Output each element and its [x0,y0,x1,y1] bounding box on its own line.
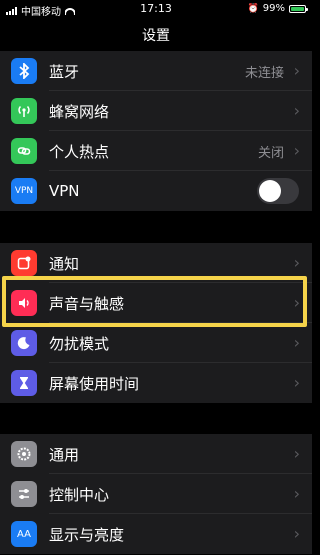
settings-row-label: 蜂窝网络 [49,102,110,121]
settings-row-label: VPN [49,182,80,200]
settings-row-value: 未连接 [244,65,284,81]
chevron-right-icon: › [293,101,300,120]
settings-row-label: 控制中心 [49,485,110,504]
settings-row-screen-time[interactable]: 屏幕使用时间 › [0,363,312,403]
general-group: 通用 › 控制中心 › AA 显示与亮度 › [0,434,312,554]
page-title: 设置 [142,28,170,44]
chevron-right-icon: › [293,61,300,80]
settings-row-label: 蓝牙 [49,62,80,81]
general-icon [11,441,37,467]
settings-row-label: 勿扰模式 [49,334,110,353]
settings-row-hotspot[interactable]: 个人热点 关闭 › [0,131,312,171]
vpn-toggle[interactable] [257,178,299,204]
hotspot-icon [11,138,37,164]
settings-row-vpn[interactable]: VPN VPN [0,171,312,211]
settings-row-bluetooth[interactable]: 蓝牙 未连接 › [0,51,312,91]
chevron-right-icon: › [293,524,300,543]
settings-row-control-center[interactable]: 控制中心 › [0,474,312,514]
notifications-icon [11,250,37,276]
battery-icon [289,4,308,13]
chevron-right-icon: › [293,444,300,463]
settings-row-label: 屏幕使用时间 [49,374,140,393]
settings-row-general[interactable]: 通用 › [0,434,312,474]
alarm-icon: ⏰ [247,3,259,14]
vpn-icon: VPN [11,178,37,204]
settings-row-display[interactable]: AA 显示与亮度 › [0,514,312,554]
do-not-disturb-icon [11,330,37,356]
status-bar: 中国移动 17:13 ⏰ 99% [0,0,312,18]
control-center-icon [11,481,37,507]
bluetooth-icon [11,58,37,84]
chevron-right-icon: › [293,373,300,392]
status-right: ⏰ 99% [247,3,308,14]
highlight-frame [2,276,307,327]
cellular-icon [11,98,37,124]
connectivity-group: 蓝牙 未连接 › 蜂窝网络 › 个人热点 关闭 › VPN VPN [0,51,312,211]
settings-row-label: 个人热点 [49,142,110,161]
settings-row-label: 通用 [49,445,80,464]
settings-row-label: 通知 [49,254,80,273]
battery-percent: 99% [262,3,285,14]
settings-row-value: 关闭 [257,145,284,161]
display-brightness-icon: AA [11,521,37,547]
settings-row-do-not-disturb[interactable]: 勿扰模式 › [0,323,312,363]
chevron-right-icon: › [293,253,300,272]
screen-time-icon [11,370,37,396]
chevron-right-icon: › [293,484,300,503]
chevron-right-icon: › [293,333,300,352]
settings-row-label: 显示与亮度 [49,525,125,544]
chevron-right-icon: › [293,141,300,160]
settings-row-cellular[interactable]: 蜂窝网络 › [0,91,312,131]
